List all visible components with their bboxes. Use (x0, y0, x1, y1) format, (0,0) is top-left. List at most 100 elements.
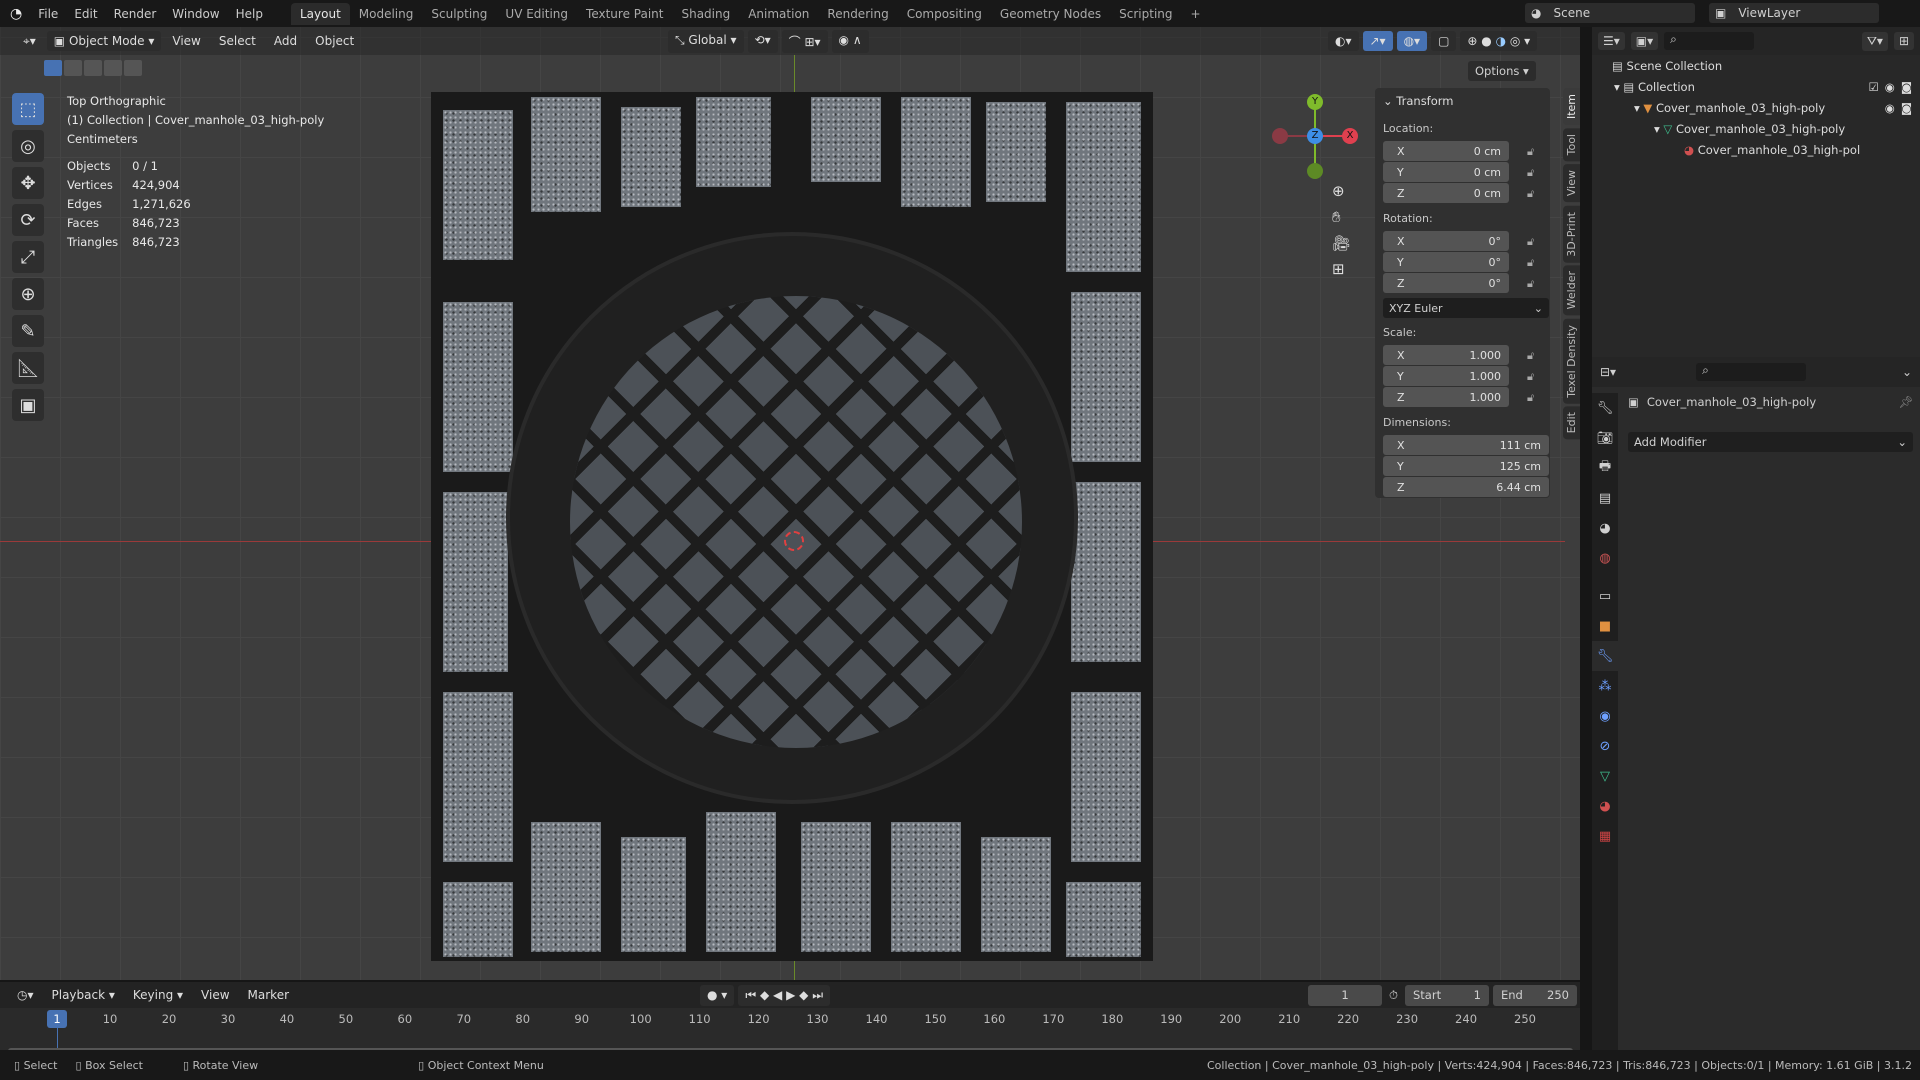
rotation-y-field[interactable]: Y 0° (1383, 252, 1509, 272)
lock-icon[interactable]: 🔓︎ (1527, 235, 1534, 249)
lock-icon[interactable]: 🔓︎ (1527, 277, 1534, 291)
timeline-view-menu[interactable]: View (194, 985, 236, 1005)
scale-tool-icon[interactable]: ⤢ (12, 241, 44, 273)
camera-icon[interactable]: 🎥︎ (1332, 234, 1351, 252)
sidebar-tab-texel-density[interactable]: Texel Density (1563, 318, 1580, 404)
current-frame-field[interactable]: 1 (1308, 984, 1382, 1006)
timeline[interactable]: 1102030405060708090100110120130140150160… (0, 1008, 1580, 1054)
tab-compositing[interactable]: Compositing (898, 3, 991, 25)
move-tool-icon[interactable]: ✥ (12, 167, 44, 199)
tab-layout[interactable]: Layout (290, 2, 350, 25)
play-reverse-icon[interactable]: ◀ (773, 988, 782, 1002)
menu-help[interactable]: Help (228, 7, 271, 21)
tab-animation[interactable]: Animation (739, 3, 818, 25)
tab-scripting[interactable]: Scripting (1110, 3, 1181, 25)
overlays-toggle[interactable]: ◍▾ (1396, 31, 1428, 51)
measure-tool-icon[interactable]: 📐︎ (12, 352, 44, 384)
properties-search-input[interactable]: ⌕ (1696, 363, 1807, 381)
output-tab-icon[interactable]: 🖶︎ (1592, 453, 1618, 483)
timeline-editor-type-icon[interactable]: ◷▾ (10, 985, 41, 1005)
tab-shading[interactable]: Shading (672, 3, 739, 25)
jump-start-icon[interactable]: ⏮ (745, 988, 756, 1002)
exclude-checkbox[interactable]: ☑ (1868, 80, 1878, 94)
prev-keyframe-icon[interactable]: ◆ (760, 988, 769, 1002)
world-tab-icon[interactable]: ◍ (1592, 543, 1618, 573)
display-mode-icon[interactable]: ☰▾ (1598, 32, 1625, 50)
select-box-tool-icon[interactable]: ⬚ (12, 93, 44, 125)
gizmo-z-icon[interactable]: Z (1307, 128, 1323, 144)
gizmo-neg-x-icon[interactable] (1272, 128, 1288, 144)
scene-tab-icon[interactable]: ◕ (1592, 513, 1618, 543)
sidebar-tab-tool[interactable]: Tool (1563, 128, 1580, 162)
lock-icon[interactable]: 🔓︎ (1527, 256, 1534, 270)
gizmo-x-icon[interactable]: X (1342, 128, 1358, 144)
select-menu[interactable]: Select (212, 31, 263, 51)
particles-tab-icon[interactable]: ⁂ (1592, 671, 1618, 701)
dimensions-x-field[interactable]: X 111 cm (1383, 435, 1549, 455)
location-x-field[interactable]: X0 cm (1383, 141, 1509, 161)
navigation-gizmo[interactable]: Y X Z (1270, 92, 1360, 182)
blender-logo-icon[interactable]: ◔ (0, 6, 30, 22)
tab-uv-editing[interactable]: UV Editing (496, 3, 577, 25)
end-frame-field[interactable]: End 250 (1492, 984, 1577, 1006)
constraints-tab-icon[interactable]: ⊘ (1592, 731, 1618, 761)
eye-icon[interactable]: ◉ (1885, 80, 1895, 94)
ortho-grid-icon[interactable]: ⊞ (1332, 260, 1351, 278)
lock-icon[interactable]: 🔓︎ (1527, 145, 1534, 159)
cursor-tool-icon[interactable]: ◎ (12, 130, 44, 162)
select-mode-extend-icon[interactable] (64, 60, 82, 76)
sidebar-tab-3d-print[interactable]: 3D-Print (1563, 205, 1580, 263)
3d-cursor-icon[interactable] (784, 531, 804, 551)
proportional-edit-toggle[interactable]: ◉ ∧ (831, 29, 869, 53)
outliner-material[interactable]: ◕ Cover_manhole_03_high-pol (1592, 139, 1920, 160)
next-keyframe-icon[interactable]: ◆ (799, 988, 808, 1002)
gizmo-y-icon[interactable]: Y (1307, 94, 1323, 110)
menu-render[interactable]: Render (106, 7, 165, 21)
material-tab-icon[interactable]: ◕ (1592, 791, 1618, 821)
properties-options-icon[interactable]: ⌄ (1902, 365, 1912, 379)
xray-toggle[interactable]: ▢ (1431, 31, 1457, 51)
location-z-field[interactable]: Z0 cm (1383, 183, 1509, 203)
transform-orientation-dropdown[interactable]: ⤡ Global ▾ (668, 29, 744, 53)
sidebar-tab-edit[interactable]: Edit (1563, 406, 1580, 440)
playback-controls[interactable]: ⏮ ◆ ◀ ▶ ◆ ⏭ (738, 984, 831, 1006)
jump-end-icon[interactable]: ⏭ (812, 988, 823, 1002)
pan-hand-icon[interactable]: ✋︎ (1332, 208, 1351, 226)
filter-icon[interactable]: ⛛▾ (1861, 31, 1888, 51)
new-collection-icon[interactable]: ⊞ (1893, 32, 1914, 50)
outliner-collection[interactable]: ▾ ▤ Collection ☑ ◉ ◙ (1592, 76, 1920, 97)
start-frame-field[interactable]: Start 1 (1404, 984, 1489, 1006)
lock-icon[interactable]: 🔓︎ (1527, 349, 1534, 363)
playhead[interactable]: 1 (47, 1010, 67, 1028)
object-tab-icon[interactable]: ■ (1592, 611, 1618, 641)
tab-modeling[interactable]: Modeling (350, 3, 423, 25)
gizmo-neg-y-icon[interactable] (1307, 163, 1323, 179)
sidebar-tab-item[interactable]: Item (1563, 88, 1580, 126)
outliner-object[interactable]: ▾ ▼ Cover_manhole_03_high-poly ◉ ◙ (1592, 97, 1920, 118)
eye-icon[interactable]: ◉ (1885, 101, 1895, 115)
editor-type-icon[interactable]: ⌖▾ (16, 31, 43, 52)
options-button[interactable]: Options ▾ (1468, 61, 1536, 81)
scale-z-field[interactable]: Z 1.000 (1383, 387, 1509, 407)
modifier-tab-icon[interactable]: 🔧︎ (1592, 641, 1618, 671)
properties-editor-type-icon[interactable]: ⊟▾ (1600, 365, 1616, 379)
tab-geometry-nodes[interactable]: Geometry Nodes (991, 3, 1110, 25)
sidebar-tab-view[interactable]: View (1563, 164, 1580, 203)
transform-tool-icon[interactable]: ⊕ (12, 278, 44, 310)
pin-icon[interactable]: 📌︎ (1898, 395, 1913, 409)
scale-x-field[interactable]: X 1.000 (1383, 345, 1509, 365)
add-modifier-dropdown[interactable]: Add Modifier ⌄ (1628, 432, 1913, 452)
sidebar-tab-welder[interactable]: Welder (1563, 265, 1580, 316)
object-menu[interactable]: Object (308, 31, 361, 51)
render-tab-icon[interactable]: 📷︎ (1592, 423, 1618, 453)
stopwatch-icon[interactable]: ⏱ (1386, 985, 1401, 1006)
add-cube-tool-icon[interactable]: ▣ (12, 389, 44, 421)
rotation-z-field[interactable]: Z 0° (1383, 273, 1509, 293)
visibility-dropdown[interactable]: ◐▾ (1328, 31, 1359, 51)
dimensions-z-field[interactable]: Z 6.44 cm (1383, 477, 1549, 497)
collection-tab-icon[interactable]: ▭ (1592, 581, 1618, 611)
annotate-tool-icon[interactable]: ✎ (12, 315, 44, 347)
camera-render-icon[interactable]: ◙ (1901, 80, 1912, 94)
transform-header[interactable]: ⌄ Transform (1375, 88, 1550, 114)
marker-menu[interactable]: Marker (241, 985, 296, 1005)
